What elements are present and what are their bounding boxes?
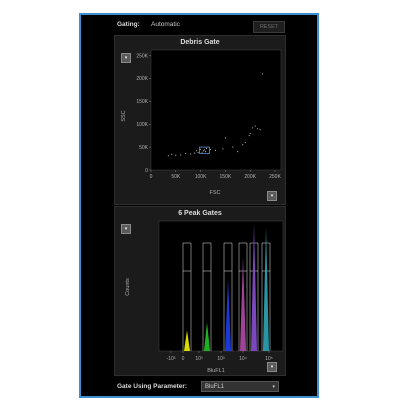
x-tick-label: 200K: [244, 174, 256, 180]
scatter-point: [197, 152, 199, 154]
scatter-point: [242, 144, 244, 146]
scatter-point: [190, 153, 192, 155]
gating-window: Gating: Automatic RESET Debris Gate ▾ ▾ …: [79, 13, 319, 398]
peak-gates-panel: 6 Peak Gates ▾ ▾ Counts BluFL1 -10³ 0 10³ 1…: [114, 206, 286, 376]
x-tick-label: 10³: [195, 356, 203, 362]
scatter-point: [232, 146, 234, 148]
y-tick-label: 100K: [136, 122, 148, 128]
y-tick-label: 200K: [136, 76, 148, 82]
x-tick-label: 10⁴: [239, 356, 247, 362]
plot-area: [150, 49, 282, 171]
x-axis-label: FSC: [210, 190, 221, 196]
scatter-point: [201, 151, 203, 153]
scatter-point: [180, 154, 182, 156]
scatter-point: [167, 155, 169, 157]
y-axis-label: Counts: [125, 278, 131, 296]
x-tick-label: 250K: [269, 174, 281, 180]
y-tick-label: 50K: [139, 145, 149, 151]
gating-mode-value: Automatic: [151, 21, 180, 28]
y-tick-label: 150K: [136, 99, 148, 105]
scatter-point: [200, 148, 202, 150]
scatter-point: [204, 149, 206, 151]
gate-parameter-row: Gate Using Parameter: BluFL1 ▾: [81, 379, 317, 395]
gating-header: Gating: Automatic RESET: [81, 17, 317, 35]
scatter-point: [224, 137, 226, 139]
scatter-point: [205, 151, 207, 153]
scatter-point: [203, 150, 205, 152]
debris-gate-plot[interactable]: SSC FSC 0 50K 100K 150K 200K 250K 0 50K 100K 150…: [115, 36, 287, 206]
scatter-point: [244, 141, 246, 144]
gate-parameter-select[interactable]: BluFL1 ▾: [201, 381, 279, 392]
gate-parameter-value: BluFL1: [205, 384, 225, 390]
x-tick-label: 10⁵: [265, 356, 273, 362]
x-tick-labels: -10³ 0 10³ 10³ 10⁴ 10⁵: [167, 351, 273, 362]
x-axis-label: BluFL1: [207, 368, 224, 374]
y-tick-labels: 0 50K 100K 150K 200K 250K: [136, 53, 151, 174]
scatter-point: [196, 150, 198, 152]
scatter-point: [252, 127, 254, 129]
scatter-point: [222, 148, 224, 150]
x-tick-label: 0: [150, 174, 153, 180]
x-tick-label: 150K: [220, 174, 232, 180]
scatter-point: [171, 153, 173, 155]
debris-gate-panel: Debris Gate ▾ ▾ SSC FSC 0 50K 100K 150K 200K…: [114, 35, 286, 205]
reset-button[interactable]: RESET: [253, 21, 285, 33]
x-tick-label: 50K: [171, 174, 181, 180]
x-tick-label: 100K: [195, 174, 207, 180]
scatter-point: [185, 152, 187, 155]
scatter-point: [248, 135, 250, 137]
y-axis-label: SSC: [121, 110, 127, 121]
scatter-point: [237, 151, 239, 153]
gate-parameter-label: Gate Using Parameter:: [117, 383, 188, 390]
scatter-point: [254, 125, 256, 127]
peak-gates-plot[interactable]: Counts BluFL1 -10³ 0 10³ 10³ 10⁴ 10⁵: [115, 207, 287, 377]
y-tick-label: 0: [145, 168, 148, 174]
scatter-point: [257, 128, 259, 130]
scatter-point: [175, 154, 177, 156]
scatter-point: [262, 73, 264, 75]
x-tick-label: -10³: [167, 356, 176, 362]
scatter-point: [209, 148, 212, 150]
x-tick-label: 0: [182, 356, 185, 362]
x-tick-label: 10³: [217, 356, 225, 362]
scatter-point: [194, 152, 196, 154]
x-tick-labels: 0 50K 100K 150K 200K 250K: [150, 170, 281, 180]
y-tick-label: 250K: [136, 53, 148, 59]
scatter-point: [259, 129, 261, 131]
scatter-point: [205, 147, 208, 150]
chevron-down-icon: ▾: [272, 384, 275, 390]
gating-label: Gating:: [117, 21, 140, 28]
scatter-point: [249, 132, 251, 134]
scatter-point: [214, 149, 217, 151]
